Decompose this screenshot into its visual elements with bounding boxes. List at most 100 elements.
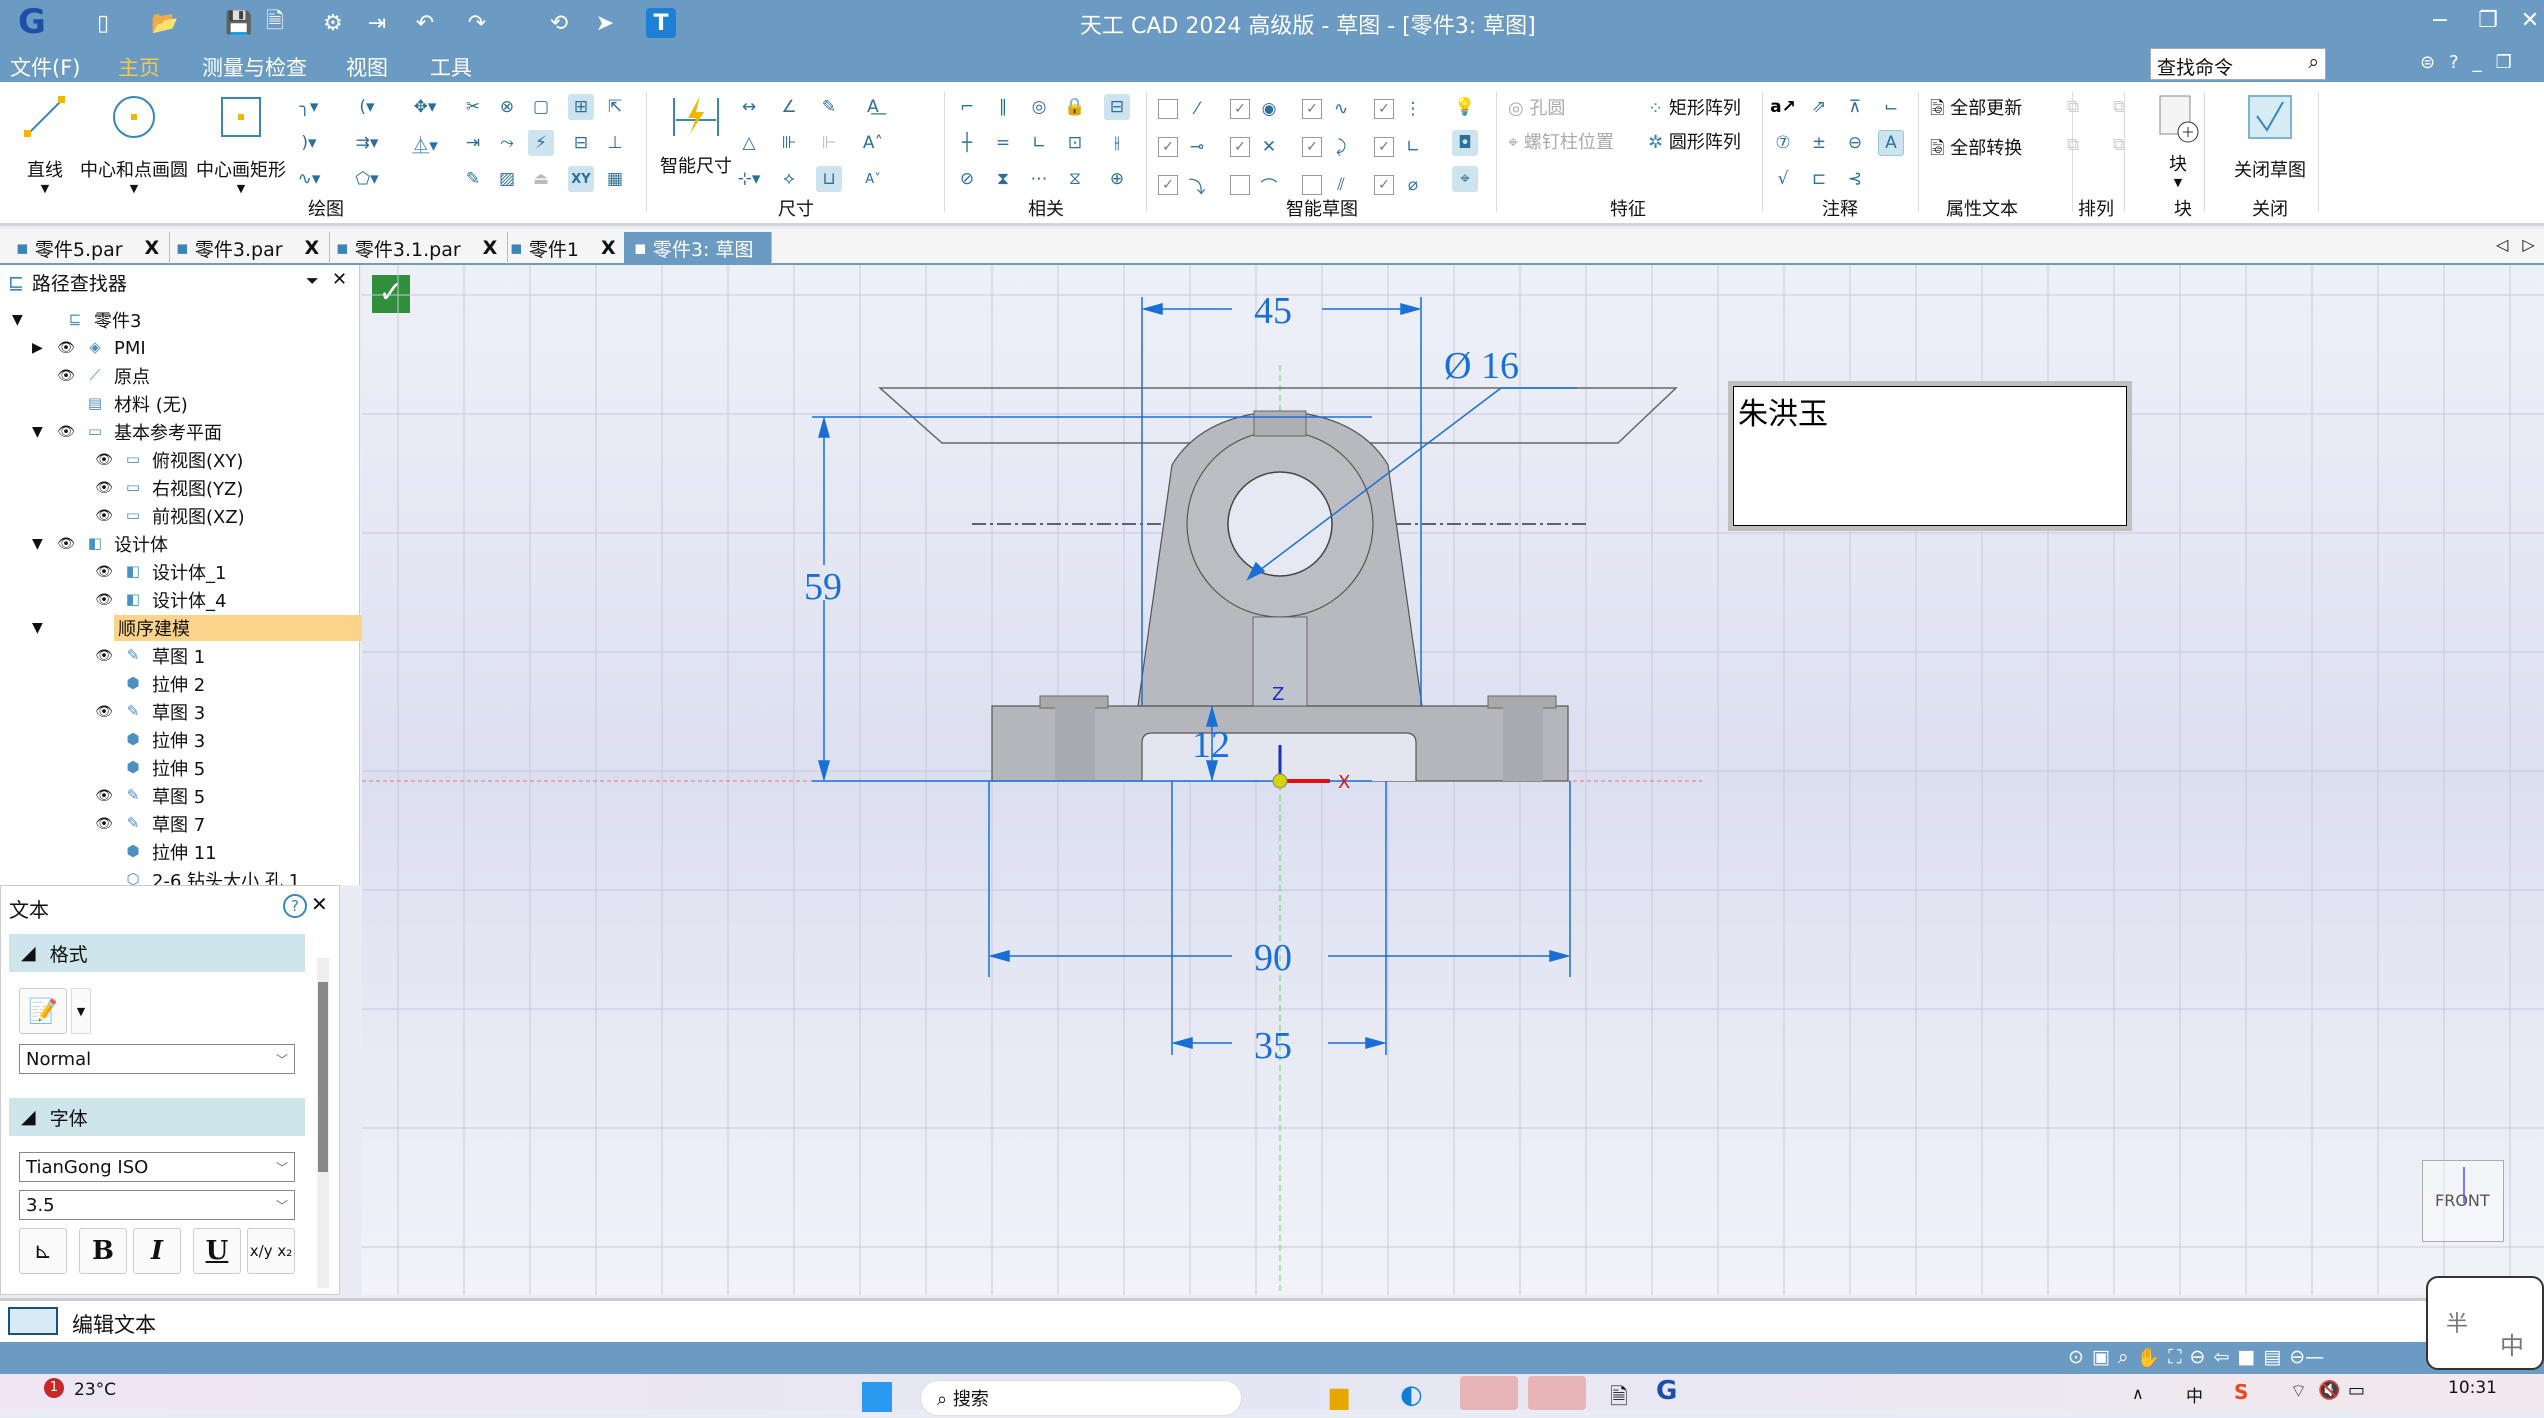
zoom-window-icon[interactable]: ▣: [2092, 1346, 2110, 1369]
callout-icon[interactable]: a↗: [1770, 94, 1796, 120]
checkbox[interactable]: ✓: [1302, 99, 1322, 119]
checkbox[interactable]: [1158, 99, 1178, 119]
help-icon[interactable]: ?: [283, 894, 307, 918]
arc2-icon[interactable]: )▾: [296, 130, 322, 156]
checkbox[interactable]: ✓: [1374, 99, 1394, 119]
font-select[interactable]: TianGong ISO ﹀: [19, 1152, 295, 1182]
fraction-button[interactable]: x/y x₂: [247, 1228, 295, 1274]
scrollbar[interactable]: [317, 958, 329, 1288]
pick-icon[interactable]: ⇱: [602, 94, 628, 120]
expand-toggle-icon[interactable]: ▶: [32, 340, 48, 356]
ime-half-width[interactable]: 半: [2446, 1306, 2468, 1338]
add-point-icon[interactable]: ⌖: [1452, 166, 1478, 192]
linear-dim-icon[interactable]: ↔: [736, 94, 762, 120]
equal-icon[interactable]: =: [990, 130, 1016, 156]
new-file-icon[interactable]: ▯: [88, 8, 118, 38]
restore-button[interactable]: ❐: [2468, 8, 2508, 33]
tangent-icon[interactable]: ⊘: [954, 166, 980, 192]
tray-expand-icon[interactable]: ∧: [2132, 1384, 2144, 1403]
smart-sketch-option-center[interactable]: ✓ ◉: [1230, 96, 1302, 122]
collinear-icon[interactable]: ⋯: [1026, 166, 1052, 192]
disabled-tool-icon[interactable]: ⏏: [528, 166, 554, 192]
tab-scroll-left-icon[interactable]: ◁: [2496, 235, 2508, 254]
text-frame-button[interactable]: ⊾: [19, 1228, 67, 1274]
symmetric2-icon[interactable]: ⧖: [1062, 166, 1088, 192]
send-back-icon[interactable]: ⧉: [2106, 94, 2132, 120]
block-button[interactable]: 块 ▼: [2156, 94, 2200, 189]
checkbox[interactable]: [1302, 175, 1322, 195]
concentric-icon[interactable]: ◎: [1026, 94, 1052, 120]
grid-icon[interactable]: ⊞: [568, 94, 594, 120]
repeat-icon[interactable]: ⟲: [544, 8, 574, 38]
text-style-button[interactable]: 📝: [19, 988, 67, 1034]
connector-icon[interactable]: ⌙: [1878, 94, 1904, 120]
balloon-icon[interactable]: ⑦: [1770, 130, 1796, 156]
dim-style-icon[interactable]: ⊔: [816, 166, 842, 192]
panel-close-icon[interactable]: ✕: [311, 892, 328, 916]
disabled-dim-icon[interactable]: ⊩: [816, 130, 842, 156]
sketch-canvas[interactable]: ✓ Z X 45 Ø 16 59 12 90 35 朱洪玉 FRONT: [362, 265, 2544, 1295]
leader-icon[interactable]: ⇗: [1806, 94, 1832, 120]
text-box[interactable]: 朱洪玉: [1728, 381, 2132, 531]
project-icon[interactable]: ⤳: [494, 130, 520, 156]
checkbox[interactable]: ✓: [1158, 137, 1178, 157]
command-window-icon[interactable]: [8, 1307, 58, 1335]
windows-start-icon[interactable]: [862, 1382, 892, 1412]
arc-icon[interactable]: (▾: [354, 94, 380, 120]
edit-dim-icon[interactable]: ✎: [816, 94, 842, 120]
visibility-eye-icon[interactable]: 👁: [94, 452, 114, 468]
smart-sketch-option-point-on[interactable]: ✓ ⊸: [1158, 134, 1230, 160]
xy-icon[interactable]: XY: [568, 166, 594, 192]
text-style-icon[interactable]: A͟: [860, 94, 886, 120]
tree-item[interactable]: 👁 ✎ 草图 7: [94, 811, 205, 837]
panel-menu-icon[interactable]: ⏷: [306, 271, 319, 291]
wifi-icon[interactable]: ⌔: [2290, 1380, 2307, 1403]
format-section-header[interactable]: ◢ 格式: [9, 934, 305, 972]
tree-item[interactable]: 👁 ✎ 草图 3: [94, 699, 205, 725]
close-tab-icon[interactable]: X: [483, 237, 498, 259]
tree-item[interactable]: ⬢ 拉伸 2: [94, 671, 205, 697]
sketch-view-icon[interactable]: ◘: [1452, 130, 1478, 156]
trim-icon[interactable]: ✂: [460, 94, 486, 120]
ribbon-toggle-icon[interactable]: ⊜: [2420, 52, 2435, 73]
visibility-eye-icon[interactable]: 👁: [94, 592, 114, 608]
smart-sketch-option-perpendicular[interactable]: ✓ ∟: [1374, 134, 1446, 160]
visibility-eye-icon[interactable]: 👁: [94, 564, 114, 580]
close-tab-icon[interactable]: X: [601, 237, 616, 259]
python-file-icon[interactable]: 🗎: [1610, 1380, 1628, 1418]
offset-icon[interactable]: ⇉▾: [354, 130, 380, 156]
smart-sketch-option-tangent-arc[interactable]: ✓ ⤸: [1302, 134, 1374, 160]
font-increase-icon[interactable]: A˄: [860, 130, 886, 156]
move-icon[interactable]: ✥▾: [412, 94, 438, 120]
dim-relation-icon[interactable]: ⊕: [1104, 166, 1130, 192]
visibility-eye-icon[interactable]: 👁: [56, 340, 76, 356]
connect-icon[interactable]: ⌐: [954, 94, 980, 120]
split-icon[interactable]: ⇥: [460, 130, 486, 156]
weather-temp[interactable]: 23°C: [74, 1380, 116, 1400]
menu-measure[interactable]: 测量与检查: [202, 52, 307, 82]
sogou-icon[interactable]: S: [2234, 1380, 2248, 1404]
menu-file[interactable]: 文件(F): [10, 52, 80, 82]
mirror-icon[interactable]: ⏅▾: [412, 130, 438, 156]
extend-icon[interactable]: ⊗: [494, 94, 520, 120]
visibility-eye-icon[interactable]: 👁: [94, 704, 114, 720]
tree-item[interactable]: ⬢ 拉伸 5: [94, 755, 205, 781]
text-box-content[interactable]: 朱洪玉: [1733, 386, 2127, 526]
visibility-eye-icon[interactable]: 👁: [94, 648, 114, 664]
font-section-header[interactable]: ◢ 字体: [9, 1098, 305, 1136]
checkbox[interactable]: ✓: [1230, 99, 1250, 119]
point-icon[interactable]: ⊥: [602, 130, 628, 156]
parallel-icon[interactable]: ∥: [990, 94, 1016, 120]
visibility-eye-icon[interactable]: 👁: [94, 480, 114, 496]
feature-control-icon[interactable]: ⊏: [1806, 166, 1832, 192]
tree-item[interactable]: 👁 ◧ 设计体_1: [94, 559, 226, 585]
smart-sketch-option-curve[interactable]: ✓ ∿: [1302, 96, 1374, 122]
relation-assist-icon[interactable]: ⫲: [1104, 130, 1130, 156]
tree-item[interactable]: ⬢ 拉伸 11: [94, 839, 216, 865]
visibility-eye-icon[interactable]: 👁: [94, 508, 114, 524]
redo-icon[interactable]: ↷: [462, 8, 492, 38]
close-tab-icon[interactable]: X: [305, 237, 320, 259]
text-tool-icon[interactable]: T: [646, 8, 676, 38]
chain-dim-icon[interactable]: ⟡: [776, 166, 802, 192]
checkbox[interactable]: ✓: [1158, 175, 1178, 195]
